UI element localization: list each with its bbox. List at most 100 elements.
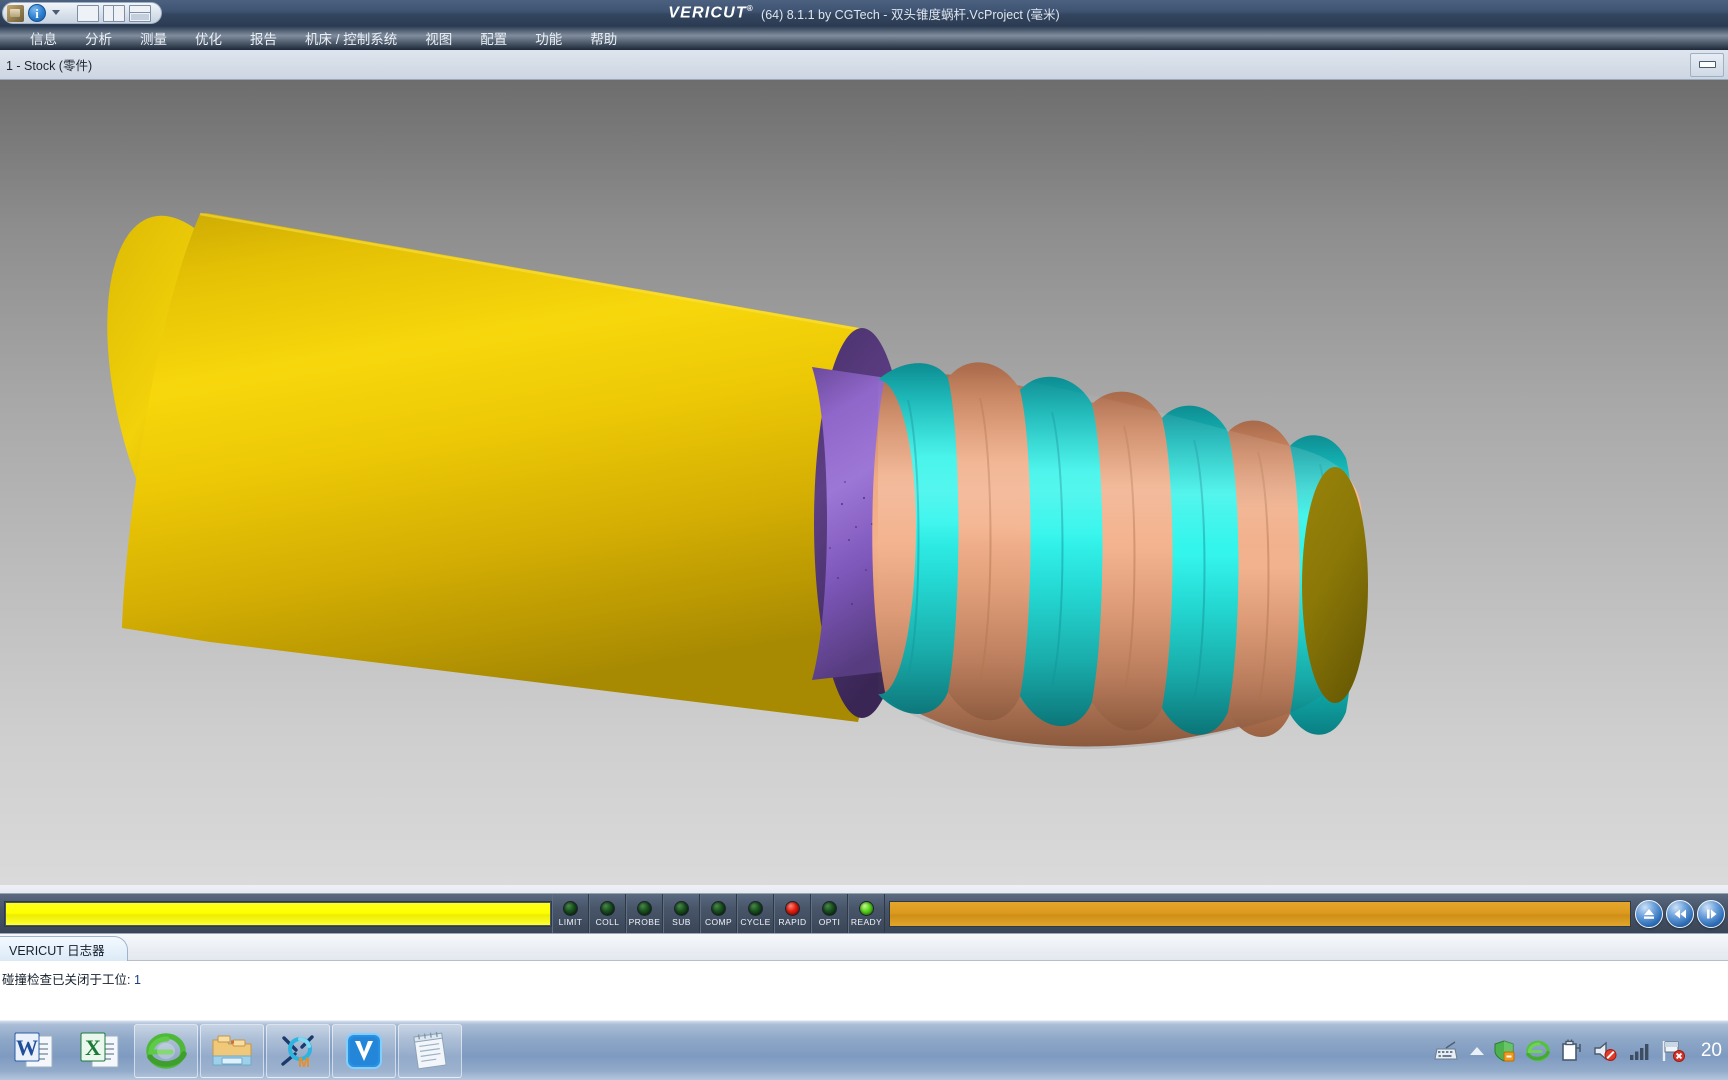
cycle-led-icon <box>748 900 763 916</box>
window-title: VERICUT® (64) 8.1.1 by CGTech - 双头锥度蜗杆.V… <box>0 0 1728 26</box>
rewind-button[interactable] <box>1666 899 1694 928</box>
word-glyph: W <box>14 1032 53 1067</box>
sub-led-icon <box>674 900 689 916</box>
flag-glyph <box>1662 1040 1685 1062</box>
excel-icon[interactable]: X <box>68 1024 132 1078</box>
menu-item-measure[interactable]: 测量 <box>126 25 181 51</box>
reset-button[interactable] <box>1635 899 1663 928</box>
machine-status-bar <box>889 900 1631 927</box>
cycle-led-label: CYCLE <box>740 916 771 927</box>
menu-item-config[interactable]: 配置 <box>466 25 521 51</box>
vericut-icon[interactable] <box>332 1023 396 1078</box>
menu-item-machine-control[interactable]: 机床 / 控制系统 <box>291 25 411 51</box>
view-minimize-button[interactable] <box>1690 52 1724 77</box>
taskbar-clock[interactable]: 20 <box>1695 1040 1722 1062</box>
log-tab-label: VERICUT 日志器 <box>9 943 105 958</box>
view-header: 1 - Stock (零件) <box>0 50 1728 80</box>
worm-thread-turns <box>878 362 1362 750</box>
step-button[interactable] <box>1697 899 1725 928</box>
internet-explorer-tray-icon[interactable] <box>1526 1039 1550 1063</box>
mastercam-icon[interactable]: M <box>266 1023 330 1078</box>
notepad-icon[interactable] <box>398 1023 462 1078</box>
ready-led-label: READY <box>850 916 883 927</box>
comp-led-icon <box>711 900 726 916</box>
worm-right-end-face <box>1302 467 1368 703</box>
ime-keyboard-icon[interactable] <box>1433 1039 1461 1063</box>
show-hidden-icons-icon[interactable] <box>1469 1046 1484 1055</box>
menu-item-view[interactable]: 视图 <box>411 25 466 51</box>
log-message-value: 1 <box>133 973 141 987</box>
info-icon[interactable]: i <box>28 4 46 22</box>
rapid-led-label: RAPID <box>778 916 807 927</box>
chevron-down-icon[interactable] <box>50 5 63 21</box>
window-title-text: (64) 8.1.1 by CGTech - 双头锥度蜗杆.VcProject … <box>761 7 1060 22</box>
vericut-glyph <box>346 1032 382 1069</box>
volume-mute-glyph <box>1594 1041 1617 1061</box>
tab-vericut-log[interactable]: VERICUT 日志器 <box>0 936 128 961</box>
internet-explorer-icon[interactable] <box>134 1023 198 1078</box>
notepad-glyph <box>413 1031 447 1069</box>
word-icon[interactable]: W <box>2 1024 66 1078</box>
volume-muted-icon[interactable] <box>1592 1039 1618 1063</box>
step-icon <box>1707 909 1717 918</box>
layout-two-horizontal-button[interactable] <box>129 4 151 22</box>
status-led-probe[interactable]: PROBE <box>626 894 663 933</box>
coll-led-icon <box>600 900 615 916</box>
eject-icon <box>1644 908 1654 919</box>
status-led-cycle[interactable]: CYCLE <box>737 894 774 933</box>
vericut-app-icon[interactable] <box>7 4 24 22</box>
status-led-sub[interactable]: SUB <box>663 894 700 933</box>
vericut-window: i VERICUT® (64) 8.1.1 by CGTech - 双头锥度蜗杆… <box>0 0 1728 1080</box>
quick-access-toolbar: i <box>2 2 162 24</box>
folder-glyph <box>212 1035 252 1065</box>
product-name: VERICUT <box>668 4 747 22</box>
status-led-comp[interactable]: COMP <box>700 894 737 933</box>
battery-icon[interactable] <box>1559 1039 1583 1063</box>
security-shield-icon[interactable] <box>1493 1039 1517 1063</box>
probe-led-icon <box>637 900 652 916</box>
battery-glyph <box>1562 1039 1581 1061</box>
status-led-limit[interactable]: LIMIT <box>552 894 589 933</box>
minimize-icon <box>1698 61 1716 68</box>
menu-bar: 信息 分析 测量 优化 报告 机床 / 控制系统 视图 配置 功能 帮助 <box>0 26 1728 50</box>
log-tab-strip: VERICUT 日志器 <box>0 934 1728 961</box>
ie-glyph <box>146 1032 187 1069</box>
log-body[interactable]: 碰撞检查已关闭于工位: 1 <box>0 961 1728 988</box>
layout-two-vertical-button[interactable] <box>103 4 125 22</box>
limit-led-icon <box>563 900 578 916</box>
menu-item-optimize[interactable]: 优化 <box>181 25 236 51</box>
action-center-flag-icon[interactable] <box>1660 1039 1686 1063</box>
registered-mark: ® <box>746 3 755 13</box>
file-explorer-icon[interactable] <box>200 1023 264 1078</box>
menu-item-help[interactable]: 帮助 <box>576 25 631 51</box>
svg-text:W: W <box>16 1035 38 1060</box>
menu-item-info[interactable]: 信息 <box>16 25 71 51</box>
status-led-ready[interactable]: READY <box>848 894 885 933</box>
log-message-text: 碰撞检查已关闭于工位: <box>2 973 131 987</box>
menu-item-report[interactable]: 报告 <box>236 25 291 51</box>
comp-led-label: COMP <box>704 916 733 927</box>
mastercam-glyph: M <box>281 1034 314 1070</box>
rapid-led-icon <box>785 900 800 916</box>
3d-viewport[interactable] <box>0 80 1728 885</box>
ready-led-icon <box>859 900 874 916</box>
ie-tray-glyph <box>1526 1040 1550 1061</box>
status-led-coll[interactable]: COLL <box>589 894 626 933</box>
title-bar: i VERICUT® (64) 8.1.1 by CGTech - 双头锥度蜗杆… <box>0 0 1728 26</box>
keyboard-glyph <box>1434 1040 1458 1059</box>
network-signal-icon[interactable] <box>1627 1039 1651 1063</box>
status-led-group: LIMIT COLL PROBE SUB COMP CYCLE RAPID OP… <box>552 894 885 933</box>
quick-launch-group: W X M <box>0 1023 464 1079</box>
shield-glyph <box>1494 1039 1515 1062</box>
menu-item-function[interactable]: 功能 <box>521 25 576 51</box>
limit-led-label: LIMIT <box>558 916 583 927</box>
windows-taskbar: W X M 20 <box>0 1020 1728 1080</box>
svg-text:M: M <box>298 1054 310 1070</box>
sub-led-label: SUB <box>672 916 691 927</box>
status-bar: LIMIT COLL PROBE SUB COMP CYCLE RAPID OP… <box>0 885 1728 933</box>
probe-led-label: PROBE <box>628 916 661 927</box>
menu-item-analysis[interactable]: 分析 <box>71 25 126 51</box>
layout-single-view-button[interactable] <box>77 4 99 22</box>
status-led-opti[interactable]: OPTI <box>811 894 848 933</box>
status-led-rapid[interactable]: RAPID <box>774 894 811 933</box>
